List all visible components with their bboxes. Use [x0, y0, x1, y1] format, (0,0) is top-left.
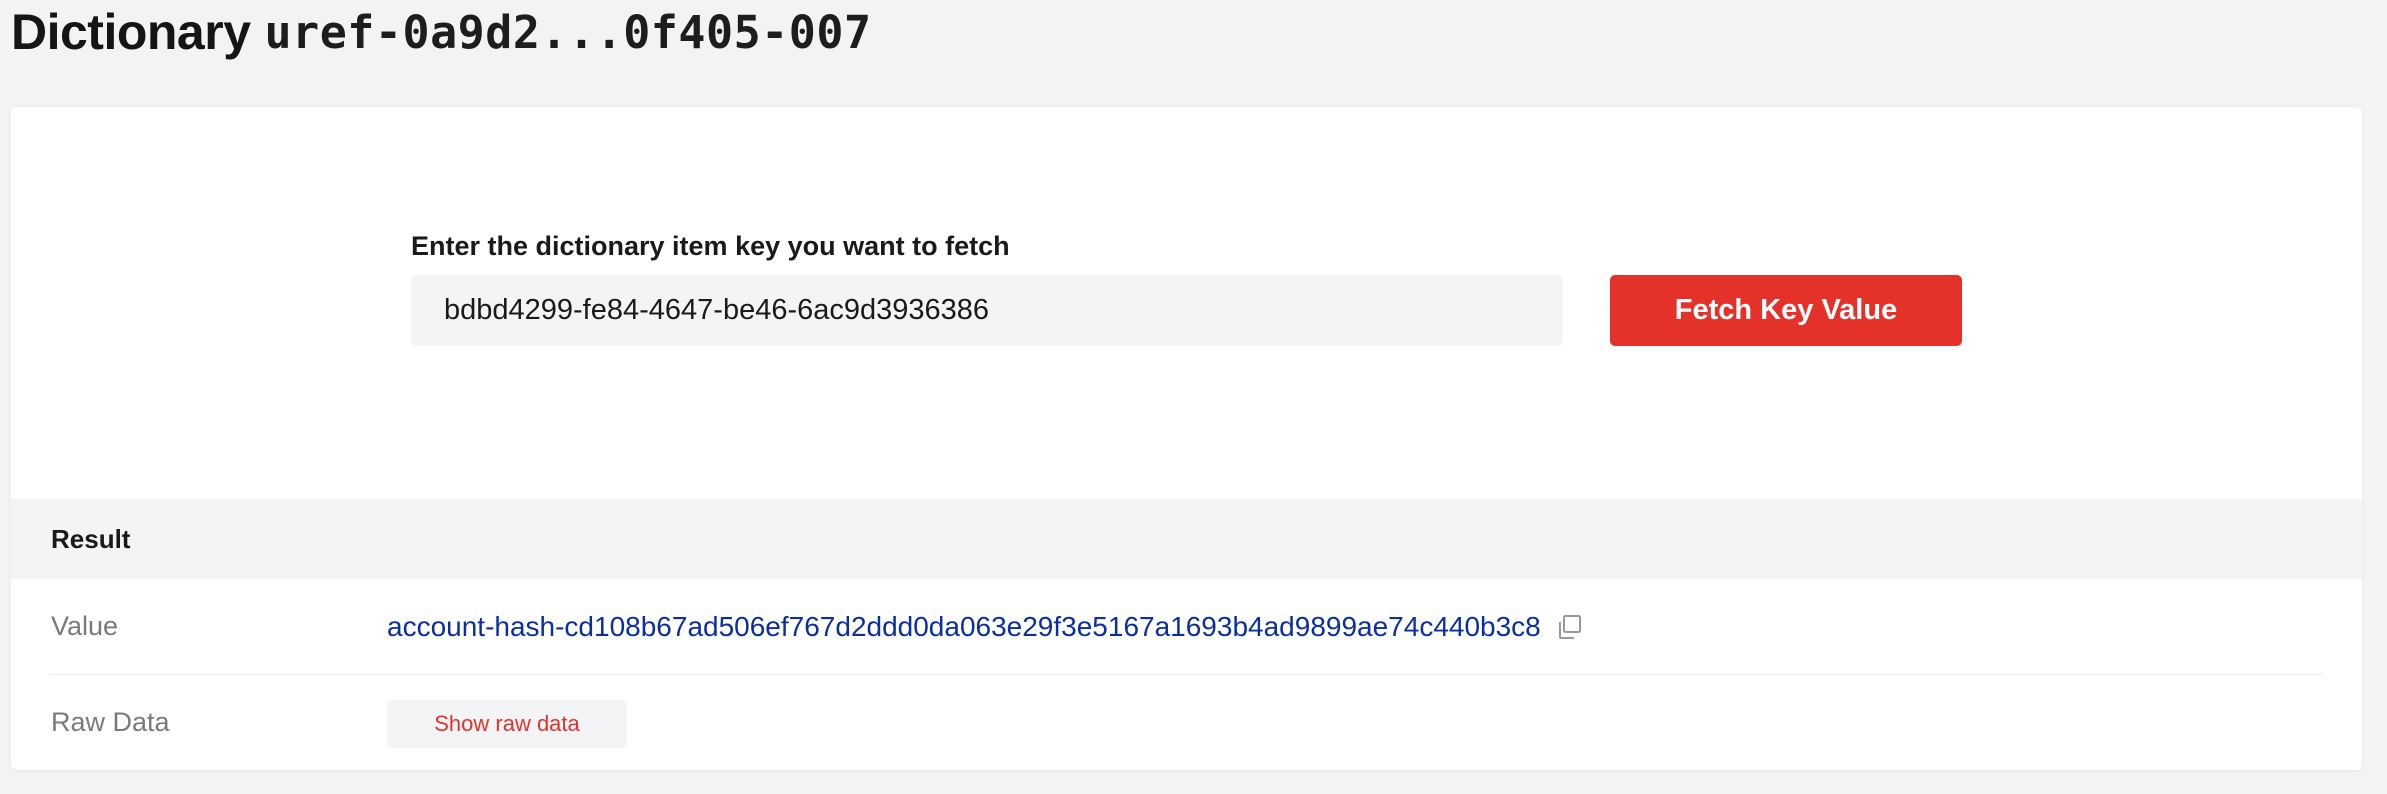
page-title-uref: uref-0a9d2...0f405-007 [264, 5, 872, 59]
fetch-key-label: Enter the dictionary item key you want t… [411, 231, 1010, 261]
fetch-key-value-button[interactable]: Fetch Key Value [1610, 275, 1962, 346]
copy-icon[interactable] [1555, 613, 1583, 641]
page: Dictionary uref-0a9d2...0f405-007 Enter … [0, 0, 2387, 794]
account-hash-link[interactable]: account-hash-cd108b67ad506ef767d2ddd0da0… [387, 611, 1541, 643]
page-title-word: Dictionary [11, 4, 251, 60]
value-label: Value [51, 611, 119, 641]
result-header: Result [11, 499, 2362, 579]
raw-data-label: Raw Data [51, 707, 170, 737]
result-header-label: Result [51, 524, 131, 554]
result-value-row: Value account-hash-cd108b67ad506ef767d2d… [51, 579, 2322, 675]
page-title: Dictionary uref-0a9d2...0f405-007 [11, 2, 872, 62]
value-content: account-hash-cd108b67ad506ef767d2ddd0da0… [387, 579, 1583, 674]
raw-data-content: Show raw data [387, 675, 627, 770]
show-raw-data-button[interactable]: Show raw data [387, 699, 627, 748]
dictionary-key-input[interactable] [411, 275, 1563, 346]
dictionary-card: Enter the dictionary item key you want t… [11, 107, 2362, 770]
raw-data-row: Raw Data Show raw data [51, 675, 2322, 770]
